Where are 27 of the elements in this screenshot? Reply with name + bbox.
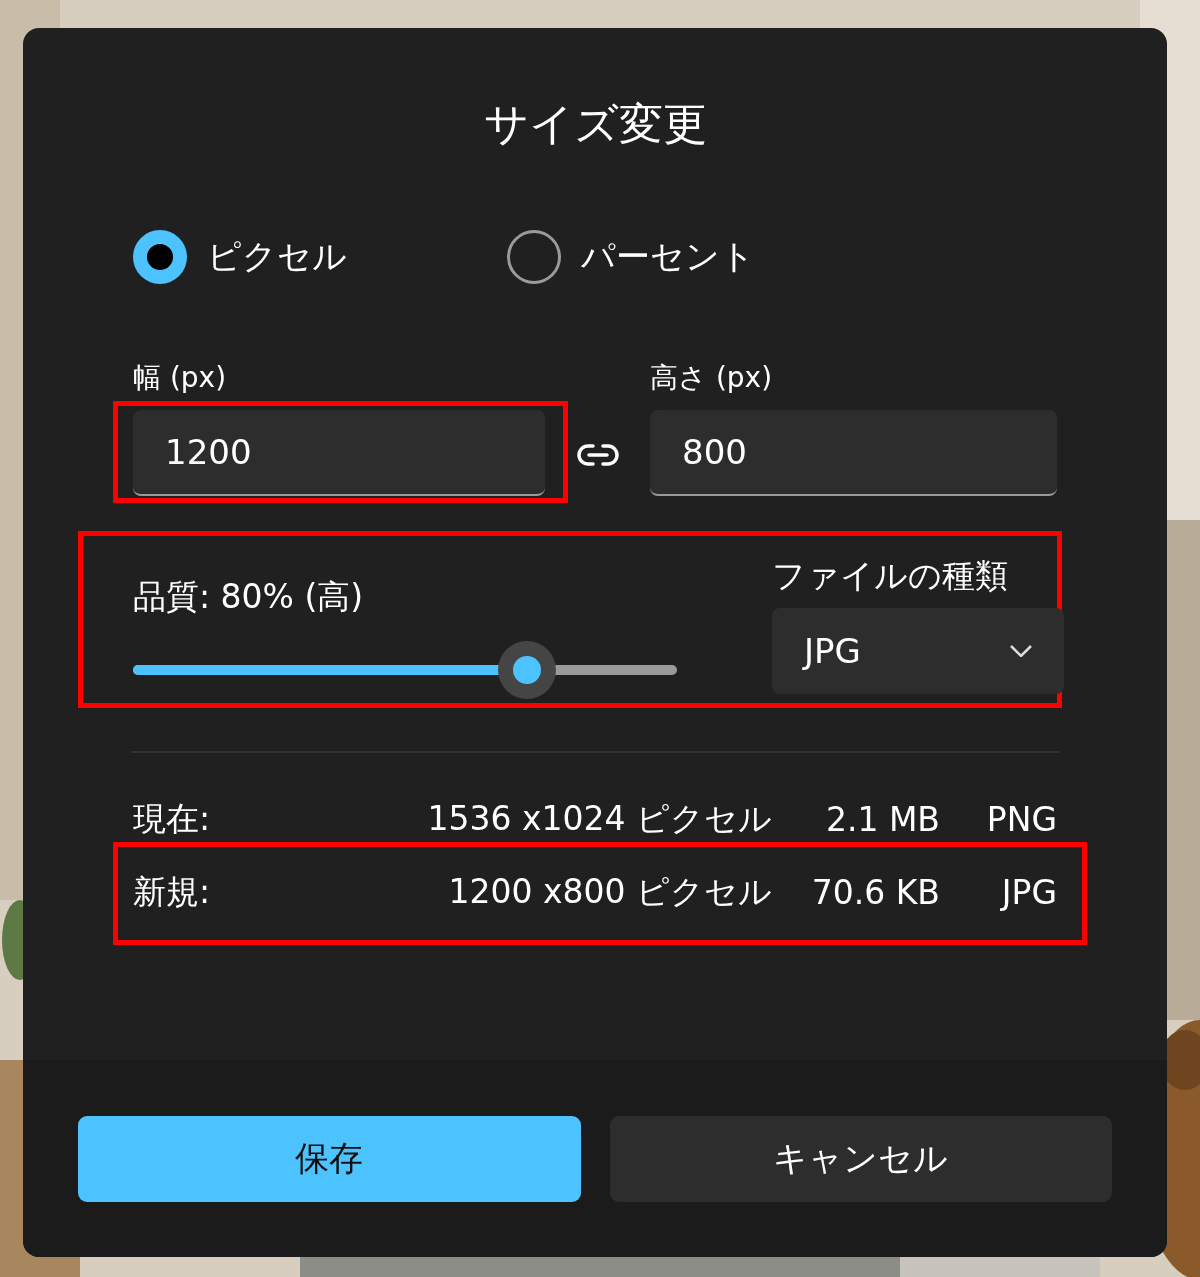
radio-icon [133, 230, 187, 284]
quality-label: 品質: 80% (高) [133, 579, 365, 615]
field-label: 高さ (px) [650, 360, 774, 396]
radio-label: ピクセル [207, 235, 347, 278]
radio-label: パーセント [581, 235, 755, 278]
dimensions-text: 1536 x1024 ピクセル [427, 798, 772, 840]
file-type-label: ファイルの種類 [772, 558, 1009, 594]
slider-track[interactable] [133, 641, 677, 699]
file-type-text: JPG [999, 873, 1057, 912]
cancel-button[interactable]: キャンセル [609, 1116, 1112, 1202]
row-label: 現在: [133, 798, 212, 840]
radio-option[interactable]: パーセント [507, 230, 755, 284]
number-input[interactable]: 800 [650, 410, 1057, 496]
file-size-text: 70.6 KB [810, 873, 940, 912]
file-type-text: PNG [985, 800, 1057, 839]
field-label: 幅 (px) [133, 360, 228, 396]
save-button[interactable]: 保存 [78, 1116, 581, 1202]
row-label: 新規: [133, 871, 212, 913]
dialog-title: サイズ変更 [482, 102, 708, 146]
radio-option[interactable]: ピクセル [133, 230, 347, 284]
link-icon[interactable] [576, 442, 619, 468]
number-input[interactable]: 1200 [133, 410, 545, 496]
file-size-text: 2.1 MB [824, 800, 940, 839]
file-type-dropdown[interactable]: JPG [772, 608, 1064, 694]
chevron-down-icon [1010, 645, 1032, 657]
radio-icon [507, 230, 561, 284]
dimensions-text: 1200 x800 ピクセル [448, 871, 772, 913]
